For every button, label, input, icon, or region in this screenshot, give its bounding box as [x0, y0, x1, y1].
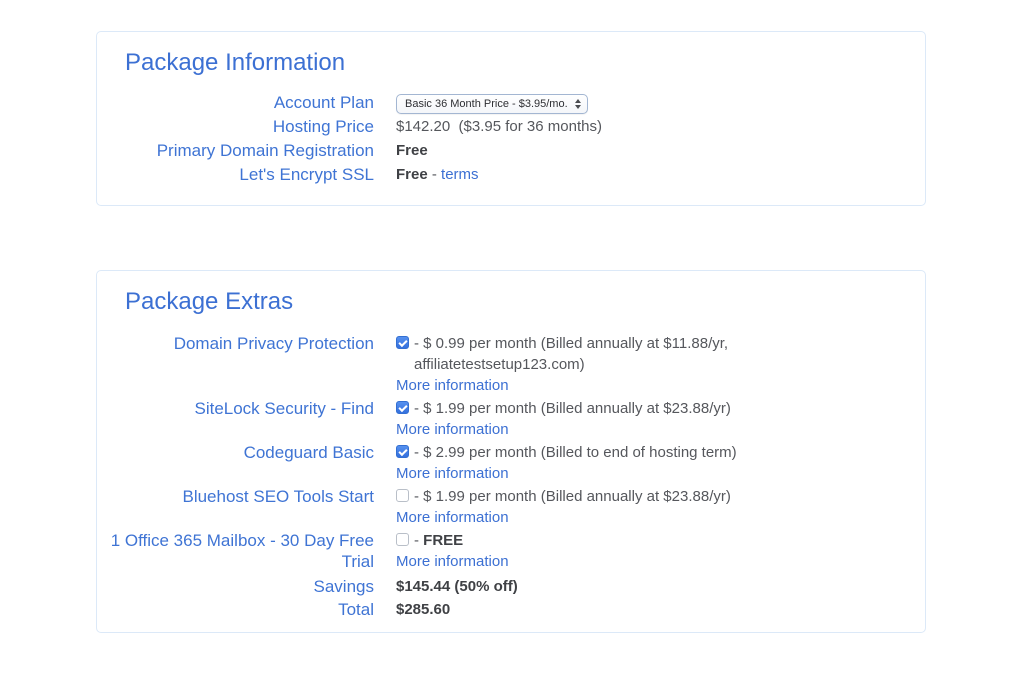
domain-privacy-more-information-link[interactable]: More information	[396, 375, 925, 396]
seo-tools-price-line: - $ 1.99 per month (Billed annually at $…	[414, 486, 731, 507]
office365-checkbox[interactable]	[396, 533, 409, 546]
savings-value: $145.44 (50% off)	[396, 576, 925, 597]
codeguard-price-line: - $ 2.99 per month (Billed to end of hos…	[414, 442, 737, 463]
account-plan-value: Basic 36 Month Price - $3.95/mo.	[396, 91, 925, 115]
lets-encrypt-ssl-value: Free - terms	[396, 163, 925, 187]
package-extras-rows: Domain Privacy Protection - $ 0.99 per m…	[97, 333, 925, 620]
domain-privacy-checkbox[interactable]	[396, 336, 409, 349]
hosting-price-label: Hosting Price	[97, 115, 374, 139]
ssl-free-value: Free	[396, 166, 428, 183]
total-value: $285.60	[396, 599, 925, 620]
office365-free-value: FREE	[423, 532, 463, 549]
package-information-panel: Package Information Account Plan Basic 3…	[96, 31, 926, 206]
sitelock-more-information-link[interactable]: More information	[396, 419, 925, 440]
seo-tools-label: Bluehost SEO Tools Start	[97, 486, 374, 530]
domain-privacy-value: - $ 0.99 per month (Billed annually at $…	[396, 333, 925, 396]
lets-encrypt-ssl-label: Let's Encrypt SSL	[97, 163, 374, 187]
account-plan-select[interactable]: Basic 36 Month Price - $3.95/mo.	[396, 94, 588, 114]
total-label: Total	[97, 599, 374, 620]
savings-label: Savings	[97, 576, 374, 597]
sitelock-checkbox[interactable]	[396, 401, 409, 414]
package-extras-panel: Package Extras Domain Privacy Protection…	[96, 270, 926, 633]
codeguard-checkbox[interactable]	[396, 445, 409, 458]
account-plan-label: Account Plan	[97, 91, 374, 115]
office365-price-prefix: -	[414, 532, 423, 549]
select-stepper-icon	[575, 99, 581, 109]
codeguard-value: - $ 2.99 per month (Billed to end of hos…	[396, 442, 925, 484]
sitelock-value: - $ 1.99 per month (Billed annually at $…	[396, 398, 925, 440]
package-information-rows: Account Plan Basic 36 Month Price - $3.9…	[97, 91, 925, 187]
codeguard-more-information-link[interactable]: More information	[396, 463, 925, 484]
sitelock-price-line: - $ 1.99 per month (Billed annually at $…	[414, 398, 731, 419]
office365-more-information-link[interactable]: More information	[396, 551, 925, 572]
package-extras-title: Package Extras	[125, 287, 925, 317]
office365-label: 1 Office 365 Mailbox - 30 Day Free Trial	[97, 530, 374, 574]
account-plan-select-value: Basic 36 Month Price - $3.95/mo.	[405, 92, 568, 116]
domain-privacy-price-line1: - $ 0.99 per month (Billed annually at $…	[414, 333, 728, 354]
seo-tools-value: - $ 1.99 per month (Billed annually at $…	[396, 486, 925, 528]
package-information-title: Package Information	[125, 48, 925, 78]
domain-privacy-label: Domain Privacy Protection	[97, 333, 374, 398]
hosting-price-value: $142.20 ($3.95 for 36 months)	[396, 115, 925, 139]
seo-tools-checkbox[interactable]	[396, 489, 409, 502]
primary-domain-registration-value: Free	[396, 142, 428, 159]
domain-privacy-price-line2: affiliatetestsetup123.com)	[414, 354, 728, 375]
office365-price-line: - FREE	[414, 530, 463, 551]
codeguard-label: Codeguard Basic	[97, 442, 374, 486]
office365-value: - FREE More information	[396, 530, 925, 572]
seo-tools-more-information-link[interactable]: More information	[396, 507, 925, 528]
ssl-separator: -	[428, 166, 441, 183]
primary-domain-registration-label: Primary Domain Registration	[97, 139, 374, 163]
ssl-terms-link[interactable]: terms	[441, 166, 479, 183]
sitelock-label: SiteLock Security - Find	[97, 398, 374, 442]
